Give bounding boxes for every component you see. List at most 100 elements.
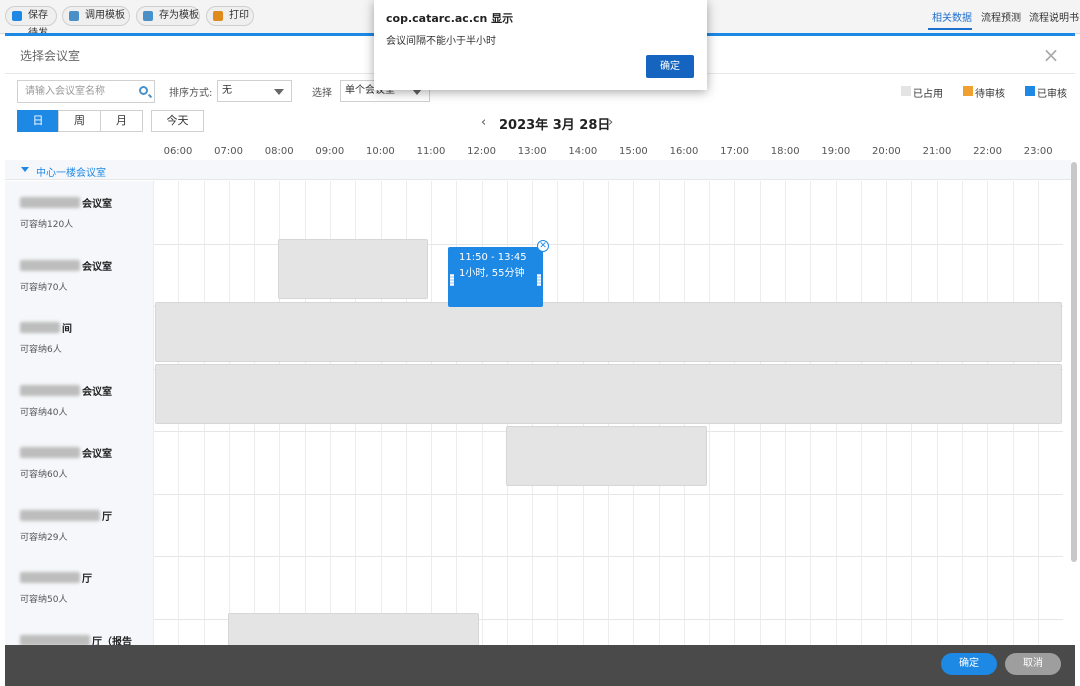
sort-select[interactable]: 无 [217,80,292,102]
hour-label: 19:00 [821,146,851,157]
room-group-header[interactable]: 中心一楼会议室 [5,160,1071,180]
room-name: 会议室 [82,199,112,210]
chevron-down-icon [274,89,284,95]
alert-dialog: cop.catarc.ac.cn 显示 会议间隔不能小于半小时 确定 [374,0,707,90]
legend-label: 已审核 [1037,89,1067,100]
group-name: 中心一楼会议室 [36,168,106,179]
room-row[interactable]: 会议室 可容纳120人 [5,181,153,243]
save-pending-button[interactable]: 保存待发 [5,6,57,39]
schedule-grid[interactable]: 11:50 - 13:45 1小时, 55分钟 ✕ [153,181,1063,650]
save-icon [12,11,22,21]
legend-label: 待审核 [975,89,1005,100]
resize-start-handle[interactable] [450,274,454,286]
close-icon[interactable]: ✕ [537,240,549,252]
tab-flow-forecast[interactable]: 流程预测 [981,9,1021,24]
search-icon[interactable] [139,86,148,95]
room-row[interactable]: 厅可容纳50人 [5,556,153,618]
save-template-icon [143,11,153,21]
next-day-icon[interactable]: › [608,115,613,130]
room-row[interactable]: 会议室可容纳70人 [5,244,153,306]
occupied-block [155,302,1062,362]
legend-occupied: 已占用 [901,85,943,100]
confirm-button[interactable]: 确定 [941,653,997,675]
room-search-input[interactable]: 请输入会议室名称 [17,80,155,103]
hour-label: 21:00 [922,146,952,157]
alert-message: 会议间隔不能小于半小时 [386,36,496,47]
new-booking-event[interactable]: 11:50 - 13:45 1小时, 55分钟 ✕ [448,240,549,307]
view-month-button[interactable]: 月 [100,110,143,132]
redacted-room-name [20,509,100,521]
room-name: 会议室 [82,261,112,273]
chevron-down-icon [21,167,29,172]
grid-line [153,181,154,650]
load-template-label: 调用模板 [85,10,125,21]
select-label: 选择 [312,88,332,99]
legend-swatch [1025,86,1035,96]
hour-label: 07:00 [214,146,243,157]
room-row[interactable]: 厅可容纳29人 [5,494,153,556]
room-capacity: 可容纳29人 [20,532,68,543]
hour-label: 15:00 [618,146,648,157]
hour-label: 11:00 [416,146,446,157]
template-icon [69,11,79,21]
load-template-button[interactable]: 调用模板 [62,6,130,26]
alert-ok-button[interactable]: 确定 [646,55,694,78]
room-list: 会议室 可容纳120人 会议室 可容纳70人间可容纳6人 会议室 可容纳40人 会议室 可容纳… [5,181,153,650]
room-capacity: 可容纳60人 [20,470,68,480]
room-name: 厅 [102,511,112,523]
room-row[interactable]: 会议室可容纳40人 [5,369,153,431]
occupied-block [506,426,707,486]
room-row[interactable]: 会议室可容纳60人 [5,431,153,493]
modal-footer: 确定 取消 [5,645,1075,686]
redacted-room-name [20,259,80,271]
redacted-room-name [20,572,80,583]
room-row[interactable]: 间可容纳6人 [5,306,153,368]
modal-title: 选择会议室 [20,49,81,63]
room-name: 会议室 [82,449,112,460]
legend-swatch [901,86,911,96]
save-template-button[interactable]: 存为模板 [136,6,200,26]
prev-day-icon[interactable]: ‹ [481,115,486,130]
tab-flow-manual[interactable]: 流程说明书 [1029,9,1079,24]
close-icon[interactable]: × [1041,45,1061,65]
alert-title: cop.catarc.ac.cn 显示 [386,12,514,25]
room-capacity: 可容纳40人 [20,407,68,418]
legend-pending: 待审核 [963,85,1005,100]
hour-label: 20:00 [871,146,901,157]
hour-label: 17:00 [720,146,749,157]
room-capacity: 可容纳70人 [20,282,68,293]
room-capacity: 可容纳6人 [20,345,62,355]
redacted-room-name [20,322,60,333]
hour-label: 08:00 [264,146,294,157]
view-day-button[interactable]: 日 [17,110,59,132]
redacted-room-name [20,447,80,458]
print-icon [213,11,223,21]
legend-approved: 已审核 [1025,85,1067,100]
hour-label: 09:00 [315,146,345,157]
hour-label: 13:00 [517,146,547,157]
occupied-block [155,364,1062,424]
save-template-label: 存为模板 [159,10,199,21]
event-time: 11:50 - 13:45 [459,252,527,263]
redacted-room-name [20,197,80,208]
tab-related-data[interactable]: 相关数据 [932,9,972,24]
cancel-button[interactable]: 取消 [1005,653,1061,675]
hour-label: 22:00 [973,146,1002,157]
room-picker-modal: 选择会议室 × 请输入会议室名称 排序方式: 无 选择 单个会议室 已占用 待审… [5,36,1077,686]
hour-label: 14:00 [568,146,598,157]
hour-label: 18:00 [770,146,800,157]
hour-label: 06:00 [163,146,193,157]
legend-label: 已占用 [913,89,943,100]
room-name: 厅 [82,574,92,585]
view-week-button[interactable]: 周 [58,110,101,132]
room-name: 会议室 [82,386,112,398]
today-button[interactable]: 今天 [151,110,204,132]
redacted-room-name [20,384,80,396]
print-label: 打印 [229,10,249,21]
active-tab-indicator [928,28,972,30]
legend-swatch [963,86,973,96]
print-button[interactable]: 打印 [206,6,254,26]
resize-end-handle[interactable] [537,274,541,286]
room-capacity: 可容纳120人 [20,220,74,230]
vertical-scrollbar[interactable] [1071,162,1077,562]
